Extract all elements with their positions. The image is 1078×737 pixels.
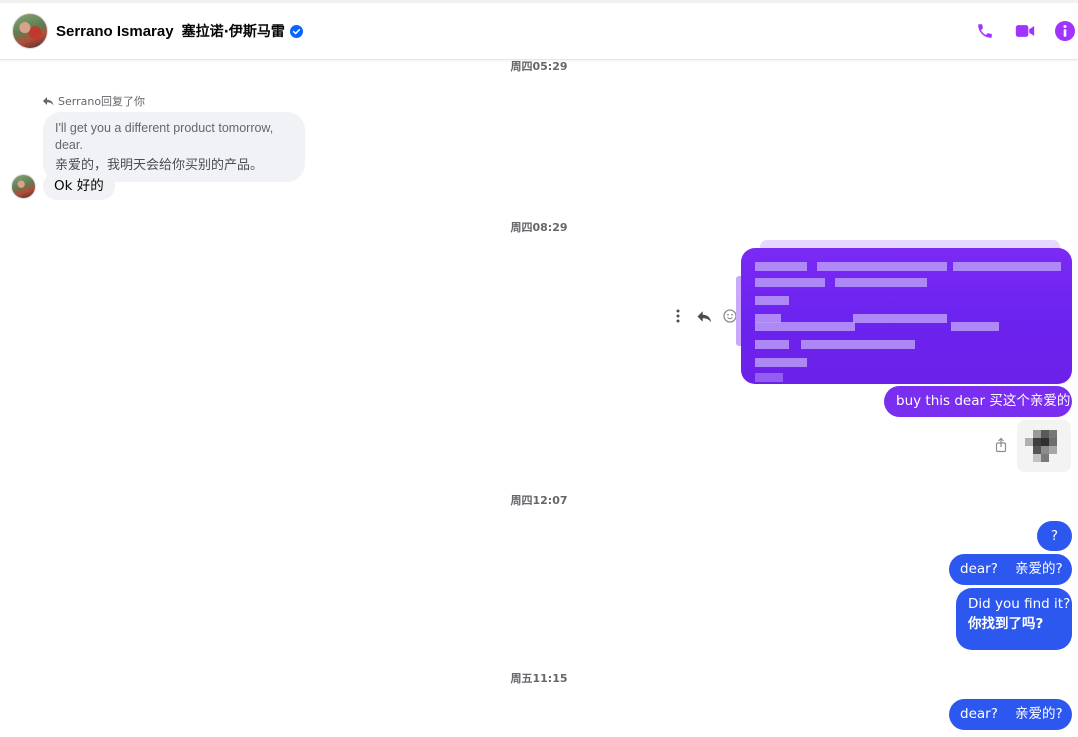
thumb-pixel [1033,454,1041,462]
timestamp: 周四08:29 [510,221,568,234]
reply-label-text: Serrano回复了你 [58,95,146,108]
sender-avatar[interactable] [11,174,36,199]
share-icon[interactable] [993,437,1009,453]
contact-name-translation: 塞拉诺·伊斯马雷 [181,24,285,40]
reply-icon [697,310,712,322]
pixelated-text [951,322,999,331]
message-text-cn: 你找到了吗? [968,616,1044,632]
pixelated-text [817,262,947,271]
outgoing-message[interactable]: buy this dear 买这个亲爱的 [884,386,1072,417]
thumb-pixel [1033,438,1041,446]
quoted-text-en: I'll get you a different product tomorro… [55,121,274,152]
emoji-icon [723,309,737,323]
message-text-en: Did you find it? [968,596,1071,612]
pixelated-text [801,340,915,349]
thumb-pixel [1041,454,1049,462]
conversation-header: Serrano Ismaray 塞拉诺·伊斯马雷 [0,0,1078,60]
pixelated-text [853,314,947,323]
image-attachment[interactable] [1017,420,1071,472]
contact-avatar[interactable] [12,13,48,49]
outgoing-message[interactable]: dear? 亲爱的? [949,699,1072,730]
thumb-pixel [1041,446,1049,454]
info-icon [1055,21,1075,41]
outgoing-message[interactable]: Did you find it? 你找到了吗? [956,588,1072,650]
timestamp: 周五11:15 [510,672,568,685]
incoming-message[interactable]: Ok 好的 [43,172,115,200]
thumb-pixel [1049,438,1057,446]
more-vertical-icon [676,309,680,323]
thumb-pixel [1041,438,1049,446]
timestamp: 周四12:07 [510,494,568,507]
pixelated-text [755,322,855,331]
header-actions [974,3,1078,59]
outgoing-message[interactable]: ? [1037,521,1072,551]
call-button[interactable] [974,20,996,42]
reply-indicator: Serrano回复了你 [42,93,145,109]
pixelated-text [755,340,789,349]
pixelated-text [755,358,807,367]
phone-icon [978,24,992,38]
timestamp: 周四05:29 [510,60,568,73]
pixelated-text [835,278,927,287]
pixelated-text [755,296,789,305]
outgoing-message[interactable]: dear? 亲爱的? [949,554,1072,585]
blurred-message[interactable] [741,248,1072,384]
pixelated-text [755,373,783,382]
reply-arrow-icon [43,97,54,106]
video-icon [1015,25,1035,37]
pixelated-text [755,262,807,271]
thumb-pixel [1025,438,1033,446]
reply-button[interactable] [694,306,714,326]
conversation-info-button[interactable] [1054,20,1076,42]
thumb-pixel [1033,430,1041,438]
video-call-button[interactable] [1014,20,1036,42]
message-hover-actions [668,306,746,326]
verified-badge-icon [289,24,303,38]
thumb-pixel [1033,446,1041,454]
thumb-pixel [1049,446,1057,454]
pixelated-text [755,278,825,287]
more-options-button[interactable] [668,306,688,326]
thumb-pixel [1041,430,1049,438]
contact-name[interactable]: Serrano Ismaray [56,23,174,40]
pixelated-text [953,262,1061,271]
thumb-pixel [1049,430,1057,438]
